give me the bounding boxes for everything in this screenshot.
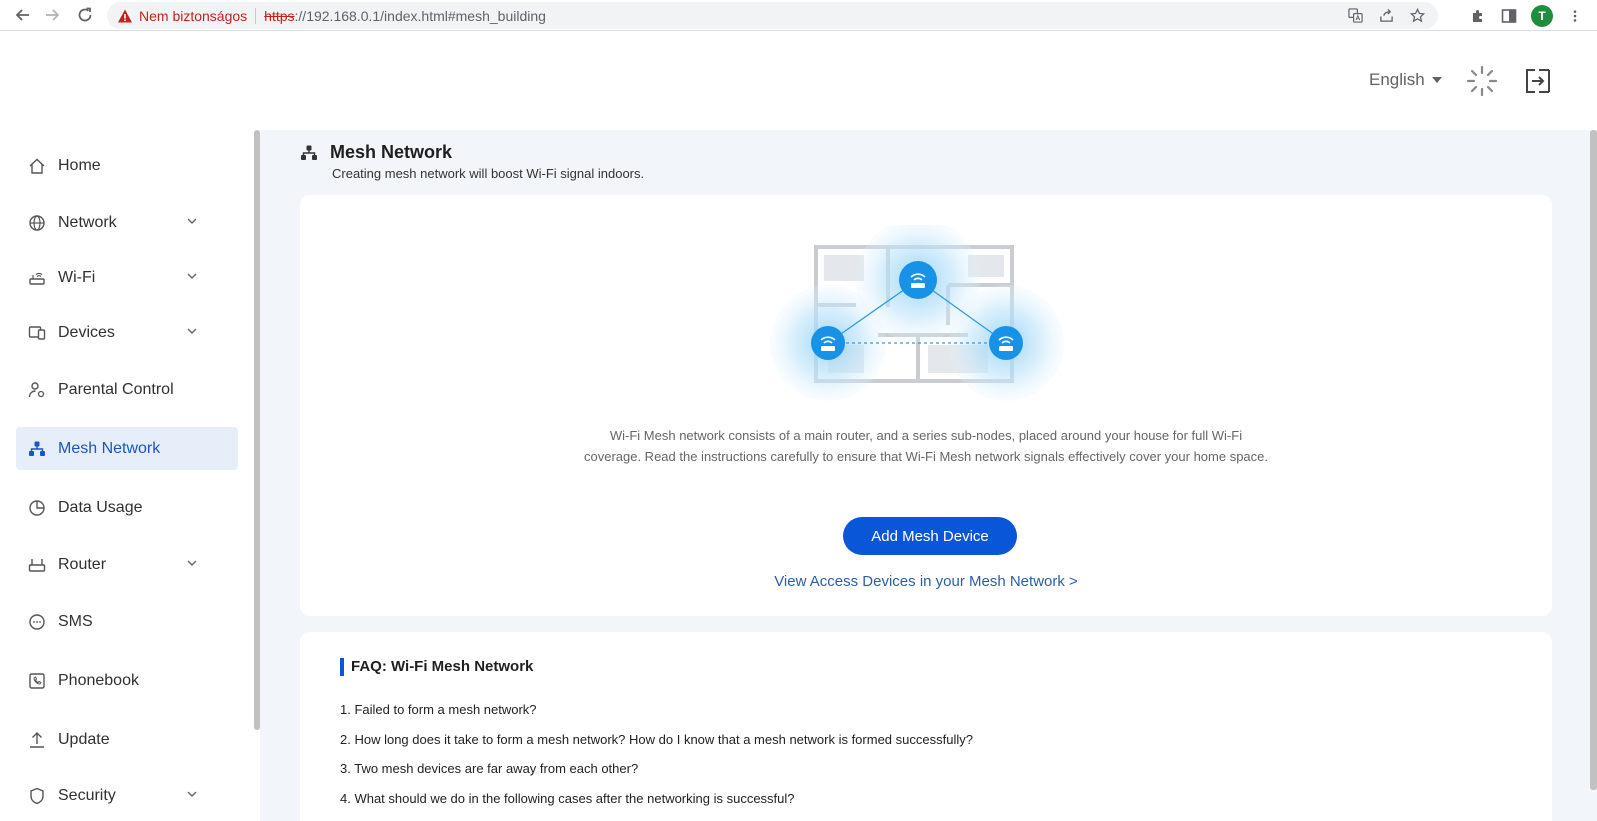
view-access-devices-link[interactable]: View Access Devices in your Mesh Network… <box>300 573 1552 590</box>
page-subtitle: Creating mesh network will boost Wi-Fi s… <box>332 166 645 181</box>
translate-icon[interactable] <box>1347 7 1364 24</box>
language-label: English <box>1369 70 1425 89</box>
language-selector[interactable]: English <box>1369 70 1442 90</box>
chat-icon <box>28 613 46 631</box>
mesh-icon <box>28 440 46 458</box>
logout-icon[interactable] <box>1524 67 1552 95</box>
chevron-down-icon <box>187 218 197 224</box>
insecure-label: Nem biztonságos <box>139 7 248 24</box>
forward-arrow-icon[interactable] <box>42 4 64 26</box>
side-panel-icon[interactable] <box>1500 7 1518 25</box>
sidebar-item-update[interactable]: Update <box>16 718 238 761</box>
shield-icon <box>28 787 46 805</box>
sidebar-item-mesh-network[interactable]: Mesh Network <box>16 427 238 470</box>
sidebar-item-sms[interactable]: SMS <box>16 600 238 643</box>
chevron-down-icon <box>187 560 197 566</box>
mesh-icon <box>301 145 317 160</box>
sidebar-item-label: Network <box>58 213 117 231</box>
sidebar-item-label: Devices <box>58 323 115 341</box>
home-icon <box>28 157 46 175</box>
faq-item[interactable]: 4. What should we do in the following ca… <box>340 791 973 821</box>
caret-down-icon <box>1431 77 1442 83</box>
sidebar-item-label: Data Usage <box>58 498 143 516</box>
sidebar-item-security[interactable]: Security <box>16 774 238 817</box>
faq-title: FAQ: Wi-Fi Mesh Network <box>340 658 533 676</box>
sidebar: Home Network Wi-Fi Devices Parental Cont… <box>0 130 255 821</box>
faq-item[interactable]: 2. How long does it take to form a mesh … <box>340 732 973 762</box>
main-content: Mesh Network Creating mesh network will … <box>260 130 1597 821</box>
sidebar-item-label: Mesh Network <box>58 439 161 457</box>
browser-toolbar: Nem biztonságos https ://192.168.0.1/ind… <box>0 0 1597 31</box>
url-scheme: https <box>264 7 295 24</box>
phonebook-icon <box>28 672 46 690</box>
reload-icon[interactable] <box>74 4 96 26</box>
sidebar-item-label: SMS <box>58 612 93 630</box>
browser-menu-icon[interactable] <box>1566 7 1584 25</box>
profile-avatar[interactable]: T <box>1531 5 1553 27</box>
sidebar-item-label: Update <box>58 730 110 748</box>
parental-icon <box>28 381 46 399</box>
sidebar-item-label: Phonebook <box>58 671 139 689</box>
add-mesh-device-button[interactable]: Add Mesh Device <box>843 517 1017 555</box>
sidebar-item-router[interactable]: Router <box>16 543 238 586</box>
mesh-house-illustration <box>770 225 1064 401</box>
back-arrow-icon[interactable] <box>11 4 33 26</box>
sidebar-item-label: Home <box>58 156 101 174</box>
faq-item[interactable]: 1. Failed to form a mesh network? <box>340 702 973 732</box>
page-header: Mesh Network Creating mesh network will … <box>300 142 644 181</box>
mesh-info-card: Wi-Fi Mesh network consists of a main ro… <box>300 195 1552 616</box>
bookmark-star-icon[interactable] <box>1409 7 1426 24</box>
loading-spinner-icon <box>1466 65 1498 97</box>
router-box-icon <box>28 556 46 574</box>
page-title: Mesh Network <box>330 142 453 162</box>
address-bar[interactable]: Nem biztonságos https ://192.168.0.1/ind… <box>107 2 1438 29</box>
sidebar-item-network[interactable]: Network <box>16 201 238 244</box>
address-separator <box>255 7 257 24</box>
chevron-down-icon <box>187 273 197 279</box>
page-scrollbar[interactable] <box>1590 130 1597 790</box>
faq-list: 1. Failed to form a mesh network? 2. How… <box>340 702 973 820</box>
upload-icon <box>28 731 46 749</box>
pie-icon <box>28 499 46 517</box>
sidebar-item-home[interactable]: Home <box>16 144 238 187</box>
warning-icon <box>118 9 132 22</box>
sidebar-item-devices[interactable]: Devices <box>16 311 238 354</box>
router-icon <box>28 269 46 287</box>
devices-icon <box>28 324 46 342</box>
sidebar-item-phonebook[interactable]: Phonebook <box>16 659 238 702</box>
sidebar-item-label: Wi-Fi <box>58 268 96 286</box>
faq-card: FAQ: Wi-Fi Mesh Network 1. Failed to for… <box>300 632 1552 821</box>
sidebar-item-label: Parental Control <box>58 380 174 398</box>
chevron-down-icon <box>187 328 197 334</box>
sidebar-item-parental-control[interactable]: Parental Control <box>16 368 238 411</box>
sidebar-item-label: Security <box>58 786 116 804</box>
sidebar-item-wifi[interactable]: Wi-Fi <box>16 256 238 299</box>
share-icon[interactable] <box>1378 7 1395 24</box>
extensions-puzzle-icon[interactable] <box>1469 7 1487 25</box>
url-text: ://192.168.0.1/index.html#mesh_building <box>294 7 546 24</box>
faq-item[interactable]: 3. Two mesh devices are far away from ea… <box>340 761 973 791</box>
globe-icon <box>28 214 46 232</box>
app-header: English <box>0 32 1597 130</box>
mesh-description: Wi-Fi Mesh network consists of a main ro… <box>583 428 1269 464</box>
sidebar-item-data-usage[interactable]: Data Usage <box>16 486 238 529</box>
chevron-down-icon <box>187 791 197 797</box>
sidebar-item-label: Router <box>58 555 107 573</box>
